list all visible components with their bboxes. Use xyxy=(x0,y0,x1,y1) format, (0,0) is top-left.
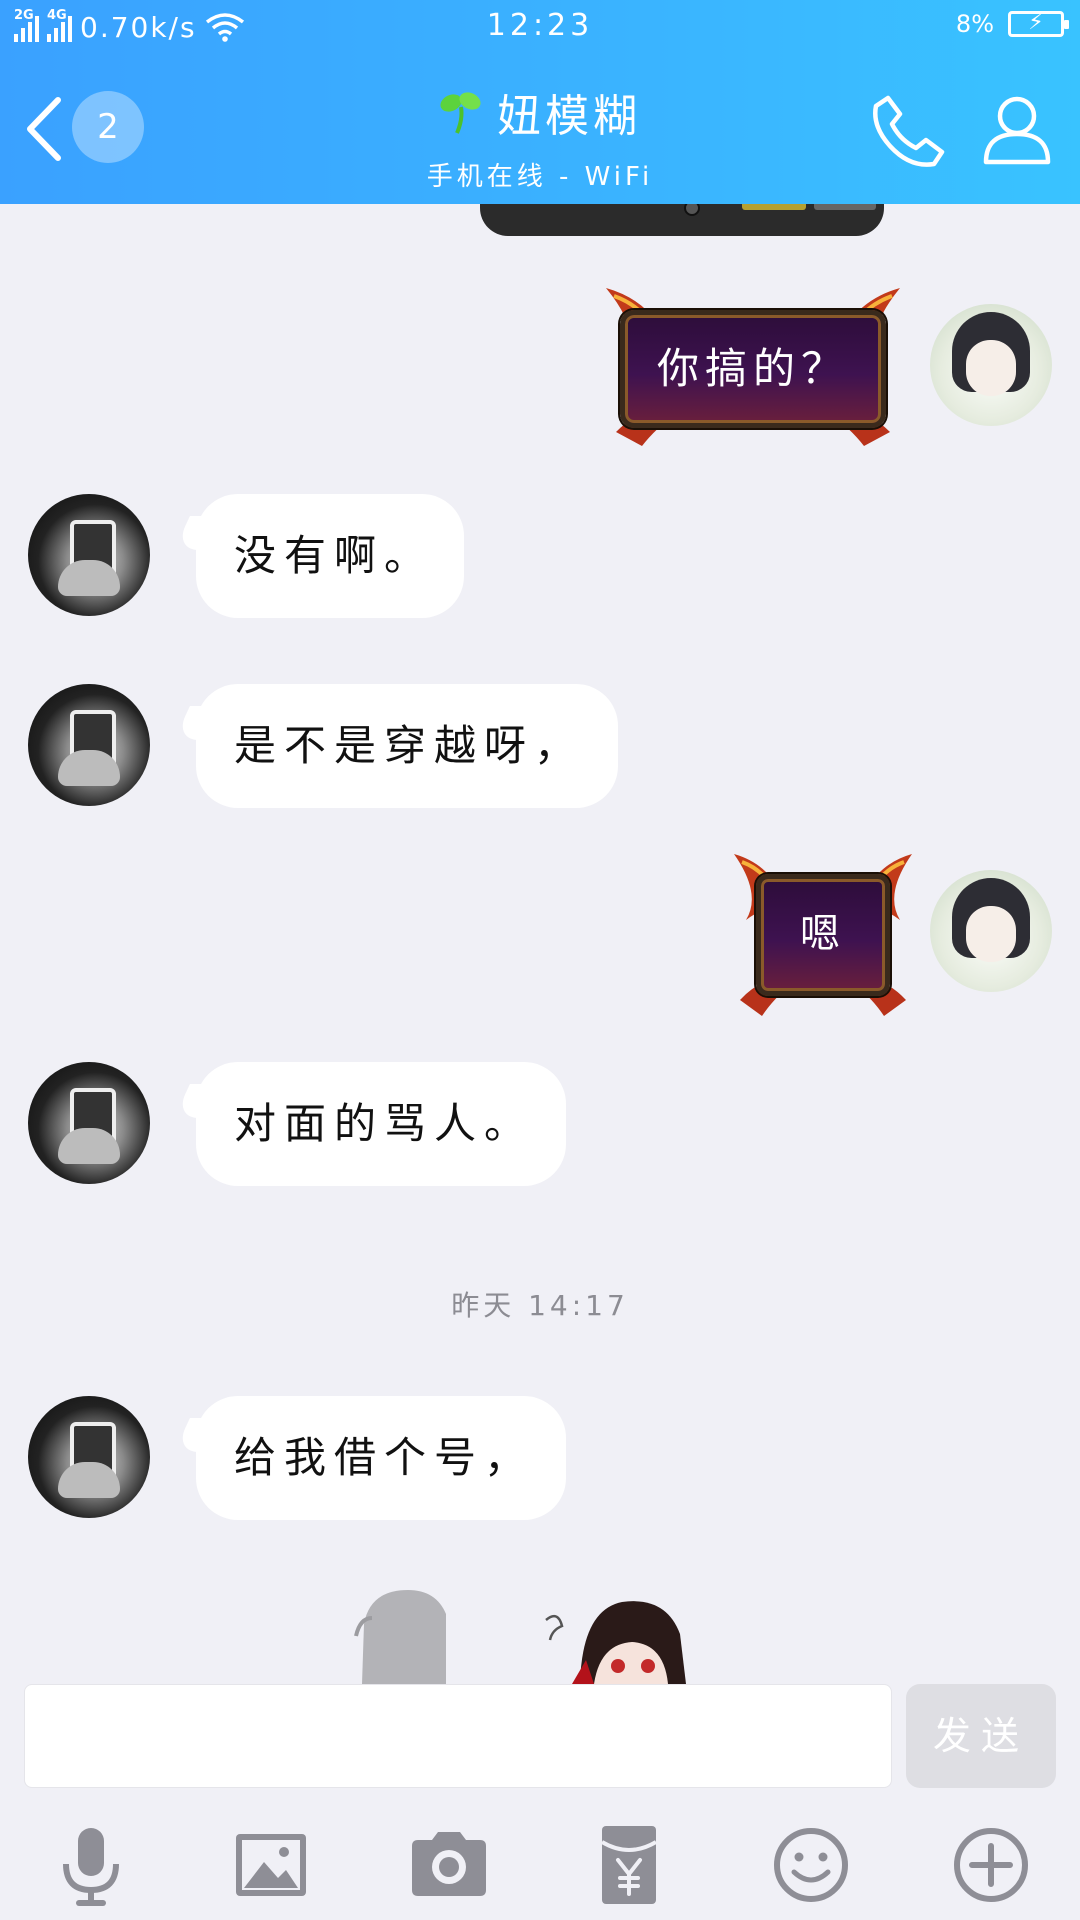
contact-avatar[interactable] xyxy=(28,1396,150,1518)
status-bar: 2G 4G 0.70k/s 12:23 8% ⚡ xyxy=(0,0,1080,54)
message-bubble[interactable]: 给我借个号， xyxy=(196,1396,566,1520)
battery-charging-icon: ⚡ xyxy=(1008,10,1069,37)
contact-avatar[interactable] xyxy=(28,1062,150,1184)
contact-name-row: 妞模糊 xyxy=(439,80,641,144)
sticker-text: 嗯 xyxy=(756,874,890,996)
send-button[interactable]: 发送 xyxy=(906,1684,1056,1788)
image-message-partial[interactable] xyxy=(480,204,884,236)
sticker-message[interactable]: 你搞的？ xyxy=(586,282,920,452)
self-avatar[interactable] xyxy=(930,304,1052,426)
chat-header: 2G 4G 0.70k/s 12:23 8% ⚡ 2 妞模糊 手机在线 - Wi… xyxy=(0,0,1080,204)
message-bubble[interactable]: 没有啊。 xyxy=(196,494,464,618)
profile-icon[interactable] xyxy=(980,92,1054,166)
contact-name: 妞模糊 xyxy=(497,91,641,142)
sprout-icon xyxy=(440,92,481,134)
emoji-icon[interactable] xyxy=(766,1820,856,1910)
clock: 12:23 xyxy=(486,8,594,43)
sticker-text: 你搞的？ xyxy=(620,310,886,428)
time-divider: 昨天 14:17 xyxy=(451,1289,629,1322)
contact-avatar[interactable] xyxy=(28,494,150,616)
input-bar: 发送 xyxy=(0,1684,1080,1920)
input-toolbar xyxy=(0,1820,1080,1920)
status-right: 8% ⚡ xyxy=(955,10,1069,38)
message-list[interactable]: 你搞的？ 没有啊。 是不是穿越呀， 嗯 对面的骂人。 昨天 14:17 给我借个… xyxy=(0,204,1080,1684)
camera-icon[interactable] xyxy=(404,1820,494,1910)
battery-percent: 8% xyxy=(955,10,994,38)
contact-avatar[interactable] xyxy=(28,684,150,806)
red-packet-icon[interactable] xyxy=(584,1820,674,1910)
self-avatar[interactable] xyxy=(930,870,1052,992)
microphone-icon[interactable] xyxy=(46,1820,136,1910)
phone-icon[interactable] xyxy=(870,92,948,170)
message-bubble[interactable]: 是不是穿越呀， xyxy=(196,684,618,808)
sticker-partial[interactable] xyxy=(350,1584,730,1684)
message-input[interactable] xyxy=(24,1684,892,1788)
image-icon[interactable] xyxy=(226,1820,316,1910)
sticker-message[interactable]: 嗯 xyxy=(726,848,920,1020)
message-bubble[interactable]: 对面的骂人。 xyxy=(196,1062,566,1186)
plus-icon[interactable] xyxy=(946,1820,1036,1910)
